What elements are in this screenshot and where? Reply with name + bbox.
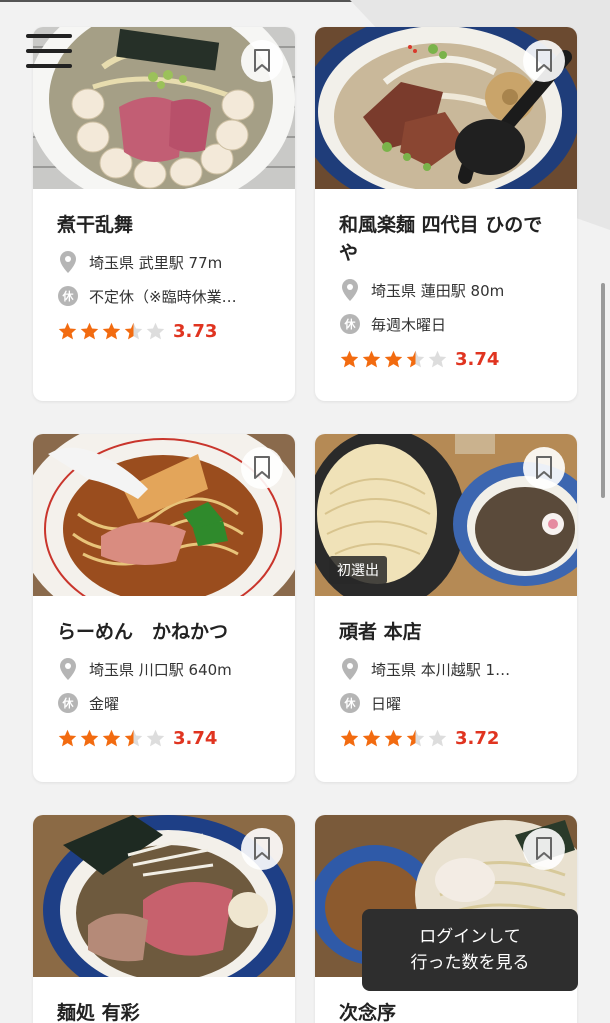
- rating-score: 3.74: [455, 349, 500, 370]
- bookmark-icon: [536, 837, 552, 860]
- star-icon: [58, 322, 77, 340]
- shop-photo: [33, 434, 295, 596]
- menu-bar: [26, 34, 72, 38]
- star-rating: [57, 321, 167, 342]
- shop-holiday: 休 不定休（※臨時休業…: [57, 285, 273, 307]
- star-rating: [339, 349, 449, 370]
- star-icon: [58, 729, 77, 747]
- shop-name: 次念序: [339, 1002, 397, 1023]
- holiday-icon: 休: [58, 286, 78, 306]
- bookmark-button[interactable]: [241, 828, 283, 870]
- bookmark-icon: [536, 49, 552, 72]
- holiday-text: 日曜: [371, 694, 402, 713]
- location-pin-icon: [342, 658, 358, 680]
- bookmark-button[interactable]: [241, 40, 283, 82]
- star-icon: [102, 322, 121, 340]
- shop-holiday: 休 毎週木曜日: [339, 313, 555, 335]
- location-text: 埼玉県 蓮田駅 80m: [371, 281, 505, 300]
- shop-location: 埼玉県 武里駅 77m: [57, 251, 273, 273]
- bookmark-icon: [254, 837, 270, 860]
- star-icon: [406, 729, 425, 747]
- star-icon: [384, 350, 403, 368]
- rating-score: 3.72: [455, 728, 500, 749]
- bookmark-button[interactable]: [523, 40, 565, 82]
- shop-rating: 3.74: [339, 349, 555, 370]
- login-prompt-line1: ログインして: [419, 927, 521, 947]
- shop-name: 頑者 本店: [339, 621, 422, 643]
- star-rating: [339, 728, 449, 749]
- shop-card[interactable]: 初選出 頑者 本店 埼玉県 本川越駅 1… 休 日曜 3.72: [315, 434, 577, 782]
- menu-bar: [26, 49, 72, 53]
- star-icon: [340, 729, 359, 747]
- star-icon: [340, 350, 359, 368]
- shop-rating: 3.73: [57, 321, 273, 342]
- shop-card[interactable]: らーめん かねかつ 埼玉県 川口駅 640m 休 金曜 3.74: [33, 434, 295, 782]
- location-pin-icon: [60, 658, 76, 680]
- rating-score: 3.73: [173, 321, 218, 342]
- bookmark-icon: [254, 456, 270, 479]
- star-icon: [428, 729, 447, 747]
- shop-location: 埼玉県 本川越駅 1…: [339, 658, 555, 680]
- shop-photo: [315, 27, 577, 189]
- location-pin-icon: [342, 279, 358, 301]
- star-rating: [57, 728, 167, 749]
- menu-bar: [26, 64, 72, 68]
- star-icon: [146, 322, 165, 340]
- shop-name: らーめん かねかつ: [57, 621, 229, 643]
- scrollbar[interactable]: [601, 283, 605, 498]
- shop-photo: [33, 815, 295, 977]
- location-text: 埼玉県 本川越駅 1…: [371, 660, 511, 679]
- star-icon: [406, 350, 425, 368]
- rating-score: 3.74: [173, 728, 218, 749]
- location-text: 埼玉県 川口駅 640m: [89, 660, 232, 679]
- bookmark-button[interactable]: [523, 447, 565, 489]
- holiday-text: 金曜: [89, 694, 120, 713]
- bookmark-icon: [536, 456, 552, 479]
- holiday-text: 不定休（※臨時休業…: [89, 287, 237, 306]
- shop-photo: 初選出: [315, 434, 577, 596]
- star-icon: [80, 729, 99, 747]
- shop-location: 埼玉県 川口駅 640m: [57, 658, 273, 680]
- shop-card[interactable]: 煮干乱舞 埼玉県 武里駅 77m 休 不定休（※臨時休業… 3.73: [33, 27, 295, 401]
- star-icon: [428, 350, 447, 368]
- location-pin-icon: [60, 251, 76, 273]
- bookmark-icon: [254, 49, 270, 72]
- holiday-icon: 休: [340, 314, 360, 334]
- login-prompt-button[interactable]: ログインして 行った数を見る: [362, 909, 578, 991]
- shop-photo: [33, 27, 295, 189]
- shop-rating: 3.72: [339, 728, 555, 749]
- location-text: 埼玉県 武里駅 77m: [89, 253, 223, 272]
- star-icon: [384, 729, 403, 747]
- first-selection-badge: 初選出: [329, 556, 387, 584]
- star-icon: [362, 350, 381, 368]
- login-prompt-line2: 行った数を見る: [410, 953, 530, 973]
- star-icon: [102, 729, 121, 747]
- star-icon: [362, 729, 381, 747]
- shop-holiday: 休 金曜: [57, 692, 273, 714]
- holiday-icon: 休: [58, 693, 78, 713]
- shop-name: 麺処 有彩: [57, 1002, 140, 1023]
- star-icon: [124, 729, 143, 747]
- shop-card[interactable]: 和風楽麺 四代目 ひのでや 埼玉県 蓮田駅 80m 休 毎週木曜日 3.74: [315, 27, 577, 401]
- star-icon: [146, 729, 165, 747]
- holiday-icon: 休: [340, 693, 360, 713]
- shop-rating: 3.74: [57, 728, 273, 749]
- star-icon: [124, 322, 143, 340]
- shop-name: 煮干乱舞: [57, 214, 134, 236]
- hamburger-menu-icon[interactable]: [26, 34, 72, 68]
- shop-name: 和風楽麺 四代目 ひのでや: [339, 214, 543, 264]
- shop-location: 埼玉県 蓮田駅 80m: [339, 279, 555, 301]
- shop-holiday: 休 日曜: [339, 692, 555, 714]
- star-icon: [80, 322, 99, 340]
- bookmark-button[interactable]: [241, 447, 283, 489]
- shop-card[interactable]: 麺処 有彩: [33, 815, 295, 1023]
- holiday-text: 毎週木曜日: [371, 315, 447, 334]
- bookmark-button[interactable]: [523, 828, 565, 870]
